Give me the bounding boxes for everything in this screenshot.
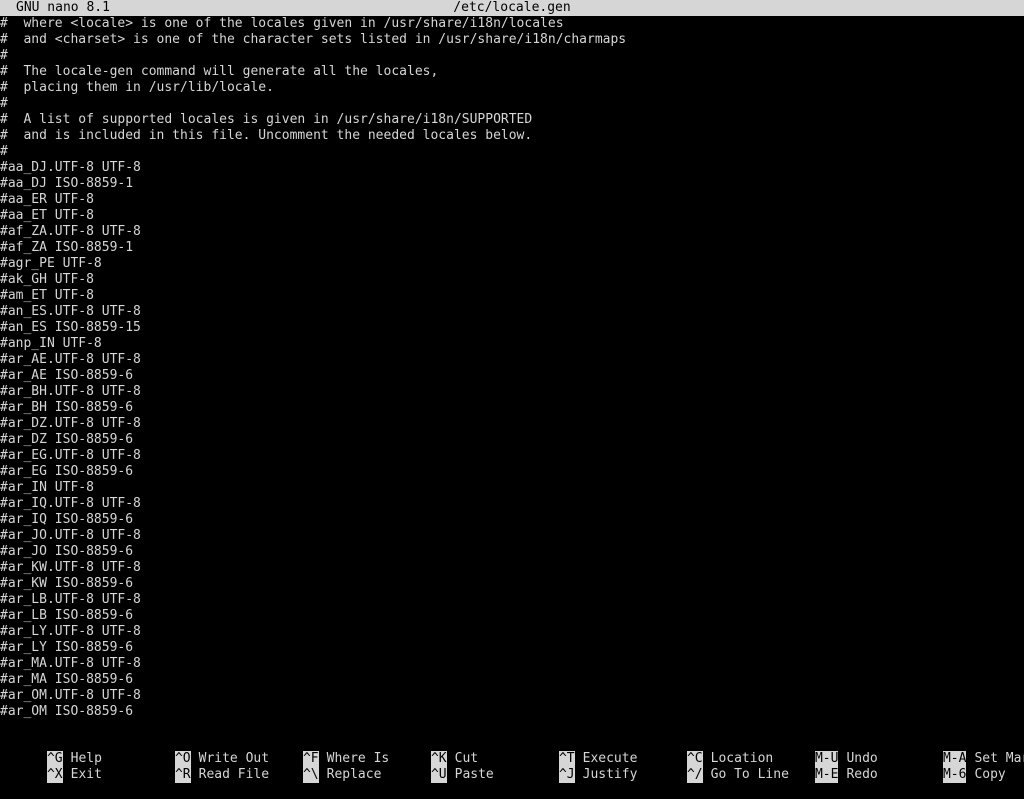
editor-line[interactable]: #ar_JO.UTF-8 UTF-8 <box>0 528 1024 544</box>
shortcut-label: Paste <box>454 767 494 782</box>
copy-shortcut[interactable]: M-6 Copy <box>896 751 1006 783</box>
justify-shortcut[interactable]: ^J Justify <box>512 751 637 783</box>
editor-line[interactable]: #ar_MA ISO-8859-6 <box>0 672 1024 688</box>
go-to-line-shortcut[interactable]: ^/Go To Line <box>640 751 789 783</box>
editor-line[interactable]: # A list of supported locales is given i… <box>0 112 1024 128</box>
editor-line[interactable]: #ar_EG ISO-8859-6 <box>0 464 1024 480</box>
read-file-shortcut[interactable]: ^R Read File <box>128 751 269 783</box>
shortcut-label: Copy <box>974 767 1006 782</box>
editor-line[interactable]: # The locale-gen command will generate a… <box>0 64 1024 80</box>
editor-line[interactable]: #an_ES ISO-8859-15 <box>0 320 1024 336</box>
editor-line[interactable]: #agr_PE UTF-8 <box>0 256 1024 272</box>
editor-line[interactable]: #af_ZA.UTF-8 UTF-8 <box>0 224 1024 240</box>
editor-line[interactable]: #aa_ER UTF-8 <box>0 192 1024 208</box>
editor-line[interactable]: #ar_LY ISO-8859-6 <box>0 640 1024 656</box>
editor-line[interactable]: #ar_BH ISO-8859-6 <box>0 400 1024 416</box>
editor-line[interactable]: #ar_OM.UTF-8 UTF-8 <box>0 688 1024 704</box>
app-name: GNU nano 8.1 <box>16 0 110 15</box>
write-out-shortcut[interactable]: ^O Write Out <box>128 735 269 767</box>
editor-line[interactable]: # <box>0 96 1024 112</box>
where-is-shortcut[interactable]: ^F Where Is <box>256 735 389 767</box>
editor-line[interactable]: #ar_BH.UTF-8 UTF-8 <box>0 384 1024 400</box>
redo-shortcut[interactable]: M-E Redo <box>768 751 878 783</box>
set-mark-shortcut[interactable]: M-ASet Mark <box>896 735 1024 767</box>
editor-line[interactable]: #ar_KW ISO-8859-6 <box>0 576 1024 592</box>
editor-line[interactable]: #ar_DZ ISO-8859-6 <box>0 432 1024 448</box>
editor-line[interactable]: #aa_DJ ISO-8859-1 <box>0 176 1024 192</box>
location-shortcut[interactable]: ^C Location <box>640 735 773 767</box>
editor-text-area[interactable]: # where <locale> is one of the locales g… <box>0 16 1024 720</box>
editor-line[interactable]: #ar_IN UTF-8 <box>0 480 1024 496</box>
editor-line[interactable]: #ak_GH UTF-8 <box>0 272 1024 288</box>
editor-line[interactable]: #ar_DZ.UTF-8 UTF-8 <box>0 416 1024 432</box>
shortcut-key: M-E <box>814 767 839 783</box>
exit-shortcut[interactable]: ^X Exit <box>0 751 102 783</box>
shortcut-bar: ^G Help ^O Write Out ^F Where Is ^K Cut ^T Ex… <box>0 735 1024 783</box>
shortcut-key: ^U <box>430 767 447 783</box>
editor-line[interactable]: #ar_KW.UTF-8 UTF-8 <box>0 560 1024 576</box>
editor-line[interactable]: #ar_IQ.UTF-8 UTF-8 <box>0 496 1024 512</box>
editor-line[interactable]: #ar_LB ISO-8859-6 <box>0 608 1024 624</box>
editor-line[interactable]: # where <locale> is one of the locales g… <box>0 16 1024 32</box>
editor-line[interactable]: # and is included in this file. Uncommen… <box>0 128 1024 144</box>
shortcut-row: ^X Exit ^R Read File ^\ Replace ^U Paste ^J J… <box>0 751 1024 783</box>
file-name: /etc/locale.gen <box>453 0 571 15</box>
editor-line[interactable]: #ar_AE ISO-8859-6 <box>0 368 1024 384</box>
shortcut-key: ^/ <box>686 767 703 783</box>
cut-shortcut[interactable]: ^K Cut <box>384 735 478 767</box>
editor-line[interactable]: # <box>0 48 1024 64</box>
shortcut-label: Exit <box>70 767 102 782</box>
editor-line[interactable]: #af_ZA ISO-8859-1 <box>0 240 1024 256</box>
editor-line[interactable]: # and <charset> is one of the character … <box>0 32 1024 48</box>
editor-line[interactable]: #ar_JO ISO-8859-6 <box>0 544 1024 560</box>
editor-line[interactable]: # placing them in /usr/lib/locale. <box>0 80 1024 96</box>
editor-line[interactable]: #ar_IQ ISO-8859-6 <box>0 512 1024 528</box>
shortcut-key: ^\ <box>302 767 319 783</box>
shortcut-label: Replace <box>326 767 382 782</box>
editor-line[interactable]: # <box>0 144 1024 160</box>
editor-line[interactable]: #anp_IN UTF-8 <box>0 336 1024 352</box>
editor-line[interactable]: #an_ES.UTF-8 UTF-8 <box>0 304 1024 320</box>
editor-line[interactable]: #ar_EG.UTF-8 UTF-8 <box>0 448 1024 464</box>
editor-line[interactable]: #ar_AE.UTF-8 UTF-8 <box>0 352 1024 368</box>
undo-shortcut[interactable]: M-U Undo <box>768 735 878 767</box>
title-bar: /etc/locale.gen GNU nano 8.1 <box>0 0 1024 16</box>
paste-shortcut[interactable]: ^U Paste <box>384 751 494 783</box>
editor-line[interactable]: #ar_MA.UTF-8 UTF-8 <box>0 656 1024 672</box>
execute-shortcut[interactable]: ^T Execute <box>512 735 637 767</box>
shortcut-key: ^R <box>174 767 191 783</box>
editor-line[interactable]: #am_ET UTF-8 <box>0 288 1024 304</box>
editor-line[interactable]: #ar_LY.UTF-8 UTF-8 <box>0 624 1024 640</box>
editor-line[interactable]: #aa_DJ.UTF-8 UTF-8 <box>0 160 1024 176</box>
replace-shortcut[interactable]: ^\ Replace <box>256 751 381 783</box>
shortcut-label: Redo <box>846 767 878 782</box>
editor-line[interactable]: #aa_ET UTF-8 <box>0 208 1024 224</box>
editor-line[interactable]: #ar_LB.UTF-8 UTF-8 <box>0 592 1024 608</box>
shortcut-label: Justify <box>582 767 638 782</box>
shortcut-key: M-6 <box>942 767 967 783</box>
shortcut-row: ^G Help ^O Write Out ^F Where Is ^K Cut ^T Ex… <box>0 735 1024 767</box>
editor-line[interactable]: #ar_OM ISO-8859-6 <box>0 704 1024 720</box>
shortcut-key: ^X <box>46 767 63 783</box>
shortcut-key: ^J <box>558 767 575 783</box>
help-shortcut[interactable]: ^G Help <box>0 735 102 767</box>
